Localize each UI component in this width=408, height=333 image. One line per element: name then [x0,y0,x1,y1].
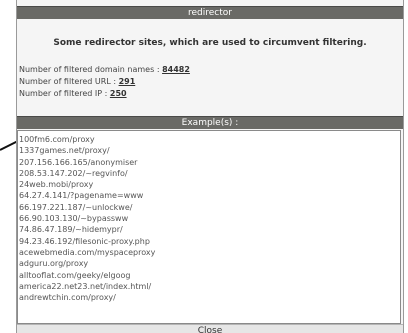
example-url: 207.156.166.165/anonymiser [19,157,138,167]
example-url: 66.90.103.130/~bypassww [19,214,129,224]
stat-urls: Number of filtered URL : 291 [19,76,190,88]
stats-block: Number of filtered domain names : 84482 … [19,64,190,100]
example-url: alltooflat.com/geeky/elgoog [19,270,131,280]
example-url: 66.197.221.187/~unlockwe/ [19,202,133,212]
example-url: adguru.org/proxy [19,259,89,269]
example-url: andrewtchin.com/proxy/ [19,293,116,303]
stat-value-link[interactable]: 291 [119,77,136,86]
stat-value-link[interactable]: 84482 [162,65,190,74]
stat-label: Number of filtered IP : [19,89,110,98]
example-url: 94.23.46.192/filesonic-proxy.php [19,236,150,246]
stat-label: Number of filtered URL : [19,77,119,86]
stat-value-link[interactable]: 250 [110,89,127,98]
examples-header: Example(s) : [17,116,403,129]
example-url: 1337games.net/proxy/ [19,146,110,156]
example-url: 64.27.4.141/?pagename=www [19,191,144,201]
example-url: america22.net23.net/index.html/ [19,281,152,291]
example-url: 208.53.147.202/~regvinfo/ [19,168,128,178]
example-list: 100fm6.com/proxy 1337games.net/proxy/ 20… [18,131,400,303]
redirector-dialog: redirector Some redirector sites, which … [16,0,404,333]
example-url: acewebmedia.com/myspaceproxy [19,247,156,257]
dialog-title: redirector [17,6,403,19]
dialog-heading: Some redirector sites, which are used to… [53,38,367,48]
stat-domain-names: Number of filtered domain names : 84482 [19,64,190,76]
stat-ips: Number of filtered IP : 250 [19,88,190,100]
stat-label: Number of filtered domain names : [19,65,163,74]
examples-scroll-box[interactable]: 100fm6.com/proxy 1337games.net/proxy/ 20… [17,130,401,324]
example-url: 24web.mobi/proxy [19,180,94,190]
example-url: 100fm6.com/proxy [19,135,95,144]
close-button[interactable]: Close [17,324,403,333]
screenshot: redirector Some redirector sites, which … [0,0,408,333]
example-url: 74.86.47.189/~hidemypr/ [19,225,123,235]
